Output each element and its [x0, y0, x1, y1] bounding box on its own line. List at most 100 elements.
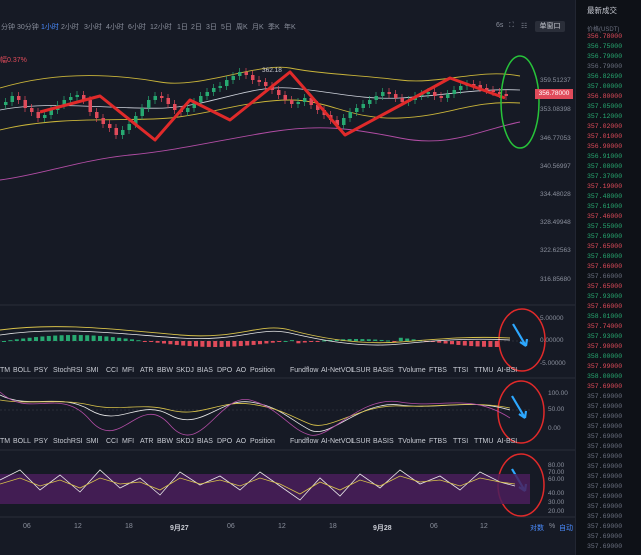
tab-lsur[interactable]: LSUR [352, 367, 371, 374]
tab-tvolume[interactable]: TVolume [398, 438, 426, 445]
macd-bar [488, 341, 493, 347]
tab-ttsi[interactable]: TTSI [453, 367, 468, 374]
candle-body [283, 95, 287, 100]
trade-price: 358.00000 [587, 353, 623, 360]
trade-price: 357.93000 [587, 293, 623, 300]
macd-bar [130, 339, 134, 341]
macd-bar [475, 341, 480, 347]
macd-bar [181, 341, 186, 346]
trade-price: 357.02000 [587, 123, 623, 130]
log-scale-toggle[interactable]: 对数 [530, 523, 544, 533]
tab-smi[interactable]: SMI [86, 367, 98, 374]
tab-bbw[interactable]: BBW [157, 438, 173, 445]
candle-body [251, 75, 255, 80]
x-label: 12 [74, 523, 82, 530]
tab-basis[interactable]: BASIS [373, 438, 394, 445]
tab-stochrsi[interactable]: StochRSI [53, 367, 83, 374]
tab-ttmu[interactable]: TTMU [474, 438, 493, 445]
candle-body [4, 102, 8, 105]
candle-body [43, 115, 47, 118]
tab-atr[interactable]: ATR [140, 438, 153, 445]
macd-bar [136, 340, 141, 342]
macd-bar [40, 336, 45, 341]
tab-ttmu[interactable]: TTMU [474, 367, 493, 374]
trade-history-panel: 最新成交 价格(USDT) 356.78000 356.75000 356.7900… [575, 0, 641, 555]
x-label: 18 [329, 523, 337, 530]
high-marker-label: 362.18 [262, 67, 282, 74]
tab-lsur[interactable]: LSUR [352, 438, 371, 445]
tab-stochrsi[interactable]: StochRSI [53, 438, 83, 445]
tab-boll[interactable]: BOLL [13, 367, 31, 374]
tab-fundflow[interactable]: Fundflow [290, 438, 318, 445]
trade-price: 357.69000 [587, 383, 623, 390]
macd-bar [309, 341, 314, 342]
tab-tm[interactable]: TM [0, 438, 10, 445]
tab-tm[interactable]: TM [0, 367, 10, 374]
rsi-axis-label: 40.00 [548, 490, 565, 497]
tab-tvolume[interactable]: TVolume [398, 367, 426, 374]
candle-body [75, 95, 79, 97]
trade-price: 357.48000 [587, 193, 623, 200]
tab-dpo[interactable]: DPO [217, 367, 232, 374]
tab-mfi[interactable]: MFI [122, 367, 134, 374]
candle-body [231, 76, 235, 80]
macd-bar [53, 335, 58, 341]
tab-atr[interactable]: ATR [140, 367, 153, 374]
tab-ttsi[interactable]: TTSI [453, 438, 468, 445]
candlesticks [4, 68, 508, 139]
tab-position[interactable]: Position [250, 367, 275, 374]
tab-bias[interactable]: BIAS [197, 367, 213, 374]
tab-psy[interactable]: PSY [34, 367, 48, 374]
macd-bar [59, 335, 64, 341]
trade-price: 356.90000 [587, 143, 623, 150]
tab-psy[interactable]: PSY [34, 438, 48, 445]
tab-skdj[interactable]: SKDJ [176, 367, 194, 374]
tab-ao[interactable]: AO [236, 367, 246, 374]
tab-ai-bsi[interactable]: AI-BSI [497, 367, 517, 374]
macd-bar [206, 341, 211, 347]
tab-bias[interactable]: BIAS [197, 438, 213, 445]
auto-scale-toggle[interactable]: 自动 [559, 523, 573, 533]
tab-cci[interactable]: CCI [106, 367, 118, 374]
macd-bar [251, 341, 256, 345]
boll-lower [0, 99, 521, 131]
trade-price: 357.69000 [587, 393, 623, 400]
macd-bar [373, 339, 378, 341]
tab-ftbs[interactable]: FTBS [429, 367, 447, 374]
tab-position[interactable]: Position [250, 438, 275, 445]
tab-boll[interactable]: BOLL [13, 438, 31, 445]
trade-price: 356.75000 [587, 43, 623, 50]
tab-cci[interactable]: CCI [106, 438, 118, 445]
tab-ai-netvol[interactable]: AI-NetVOL [321, 438, 355, 445]
blue-down-arrow [511, 395, 528, 419]
tab-ai-netvol[interactable]: AI-NetVOL [321, 367, 355, 374]
price-axis: 359.51237 353.08398 346.77053 340.56997 334.… [540, 77, 571, 515]
rsi-axis-label: 30.00 [548, 499, 565, 506]
candle-body [374, 96, 378, 100]
percent-toggle[interactable]: % [549, 523, 555, 530]
candle-body [10, 96, 14, 102]
tab-bbw[interactable]: BBW [157, 367, 173, 374]
macd-bar [213, 341, 218, 347]
macd-bar [238, 341, 243, 347]
macd-bar [443, 341, 448, 344]
candle-body [95, 112, 99, 118]
macd-bar [226, 341, 230, 347]
trade-price: 357.05000 [587, 103, 623, 110]
trade-price: 357.01000 [587, 133, 623, 140]
tab-mfi[interactable]: MFI [122, 438, 134, 445]
candle-body [504, 94, 508, 96]
trade-price: 357.69000 [587, 433, 623, 440]
macd-bar [194, 341, 198, 347]
trade-price: 357.66000 [587, 303, 623, 310]
tab-smi[interactable]: SMI [86, 438, 98, 445]
tab-skdj[interactable]: SKDJ [176, 438, 194, 445]
tab-ao[interactable]: AO [236, 438, 246, 445]
tab-fundflow[interactable]: Fundflow [290, 367, 318, 374]
tab-basis[interactable]: BASIS [373, 367, 394, 374]
tab-dpo[interactable]: DPO [217, 438, 232, 445]
candle-body [257, 80, 261, 82]
tab-ai-bsi[interactable]: AI-BSI [497, 438, 517, 445]
trade-price: 357.66000 [587, 273, 623, 280]
tab-ftbs[interactable]: FTBS [429, 438, 447, 445]
